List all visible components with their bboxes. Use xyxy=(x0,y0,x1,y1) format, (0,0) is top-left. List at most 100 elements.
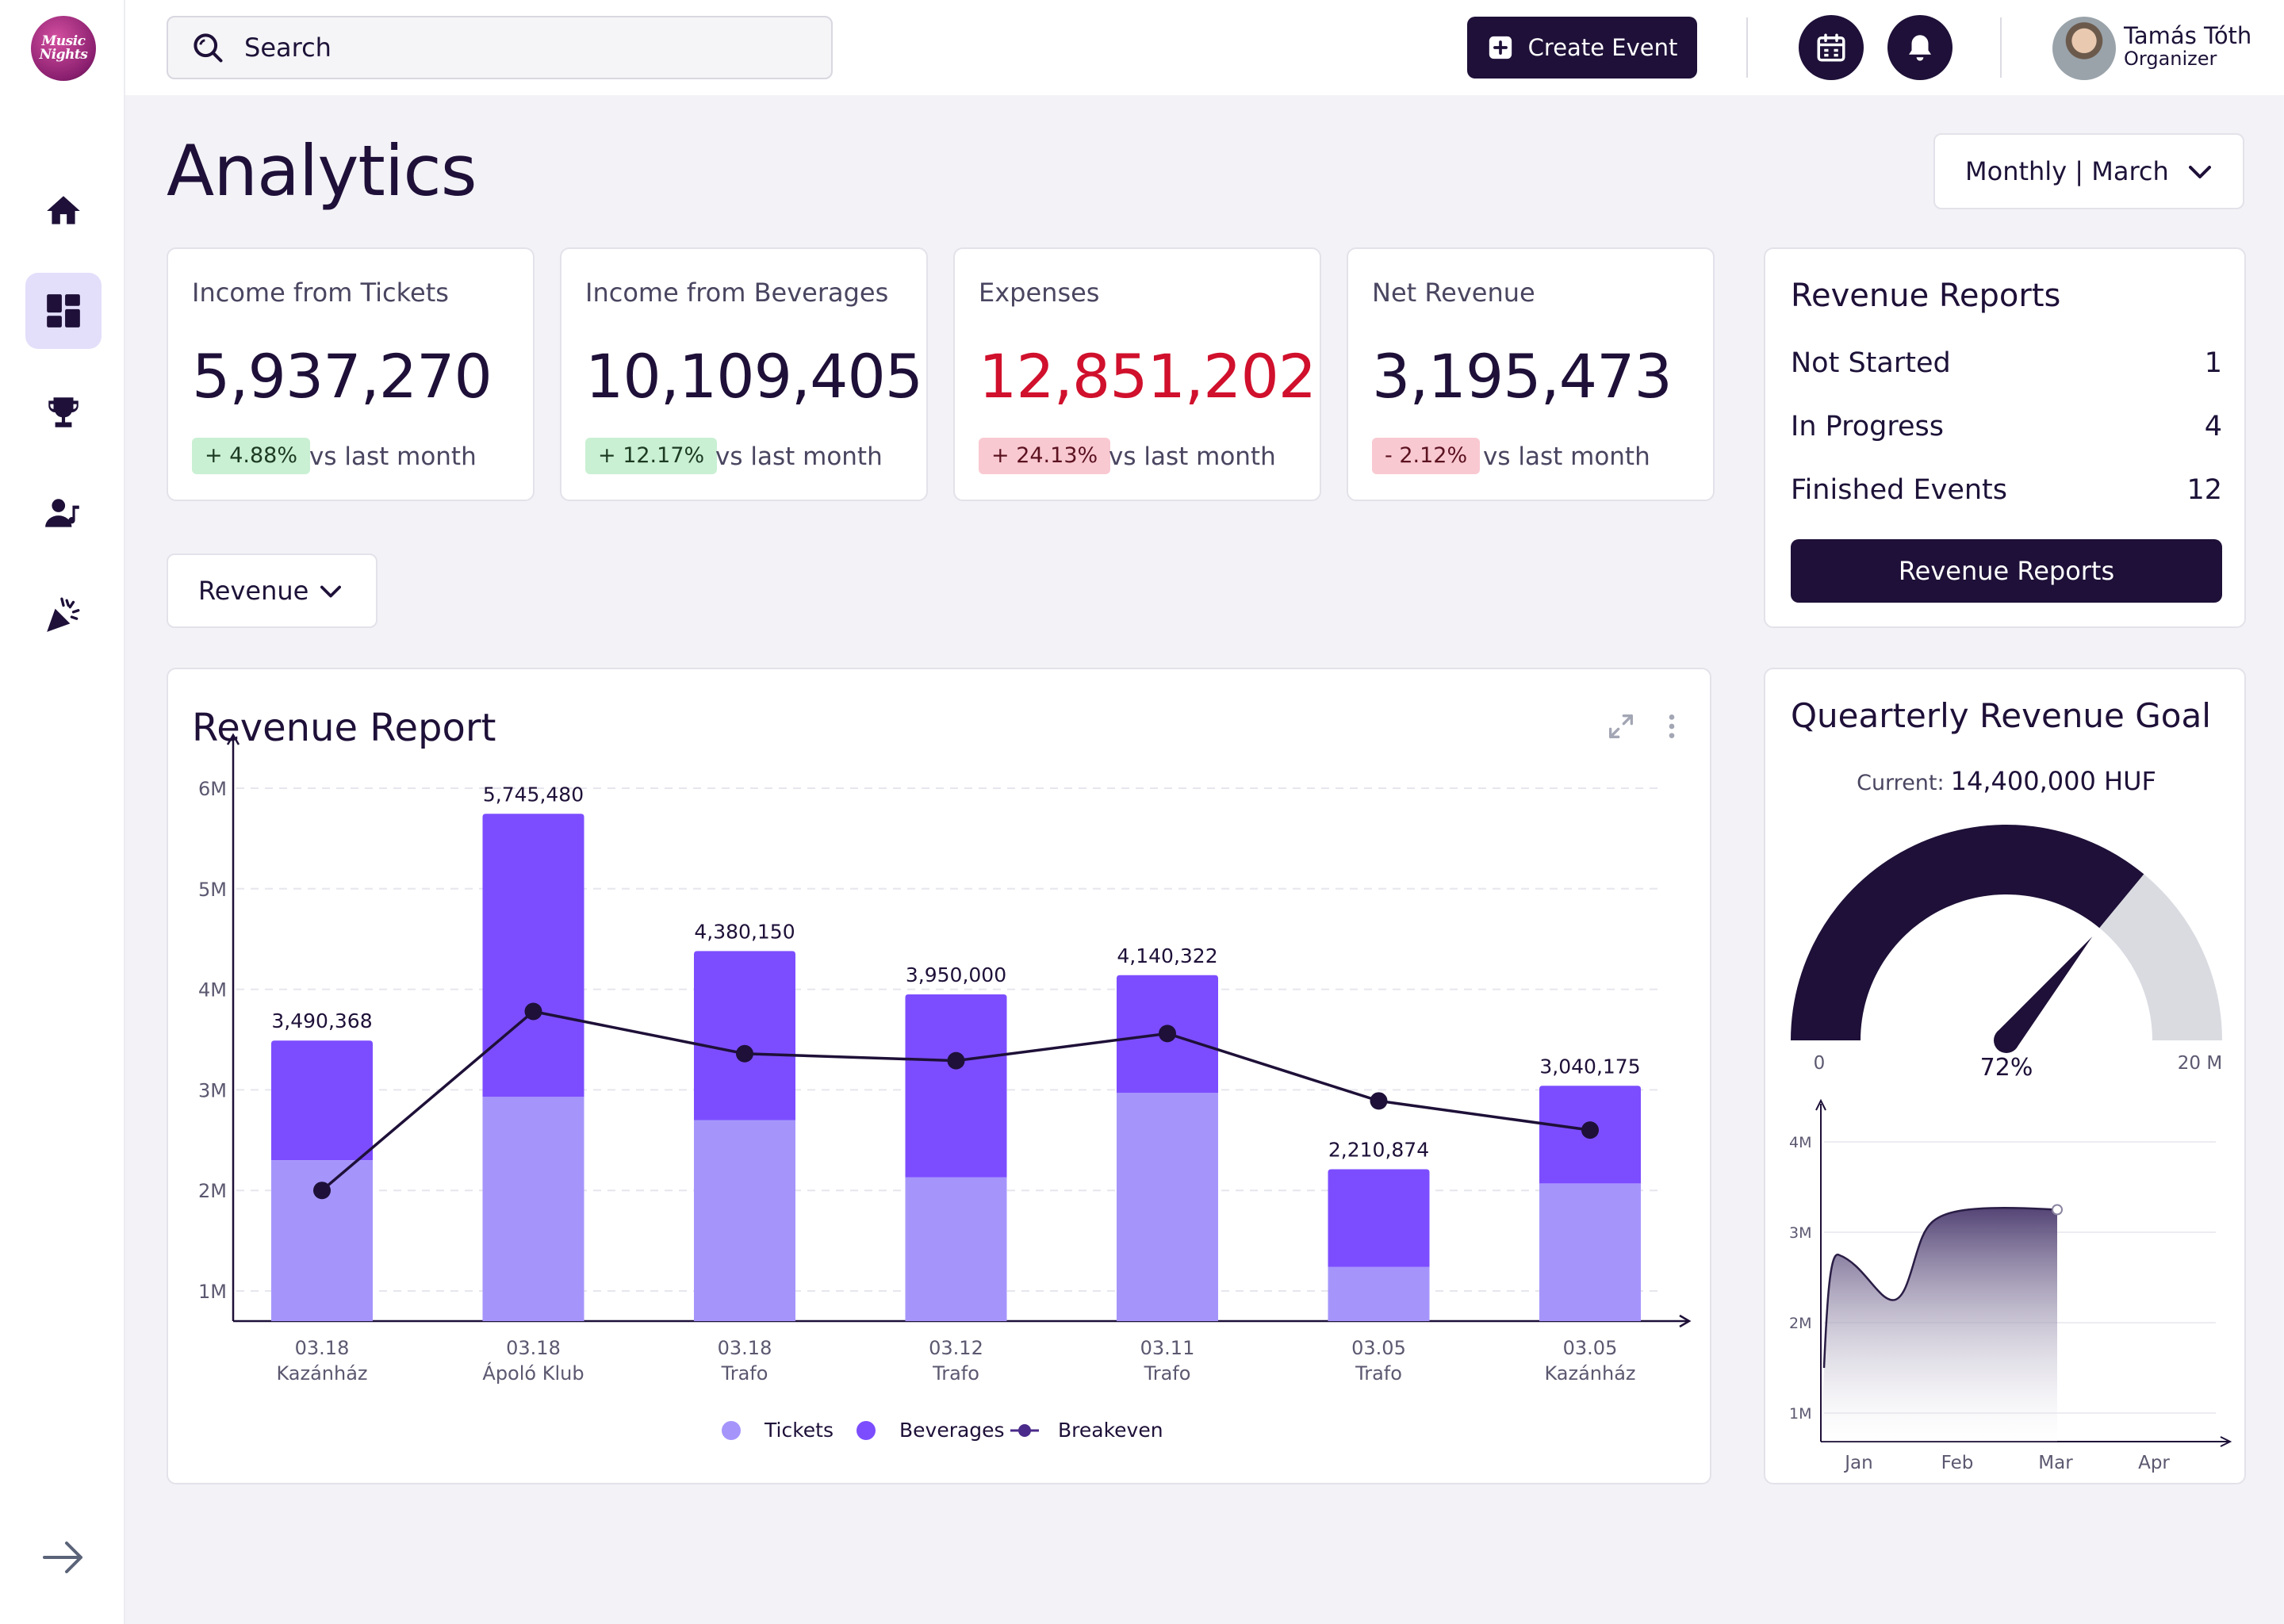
legend-swatch xyxy=(856,1421,876,1440)
x-tick-date: 03.12 xyxy=(929,1337,983,1359)
x-tick-date: 03.18 xyxy=(295,1337,350,1359)
legend-label: Beverages xyxy=(899,1419,1005,1442)
revenue-report-card: 1M 2M 3M 4M 5M 6M 3,490,368 03.18 Kazánház 5,745,… xyxy=(167,668,1711,1484)
data-label: 5,745,480 xyxy=(483,783,584,806)
y-tick-label: 1M xyxy=(198,1281,227,1303)
revenue-reports-button[interactable]: Revenue Reports xyxy=(1791,539,2222,603)
bar-beverages xyxy=(1328,1169,1430,1267)
legend-swatch xyxy=(722,1421,741,1440)
data-label: 3,490,368 xyxy=(271,1009,372,1032)
x-tick-label: Jan xyxy=(1843,1453,1872,1473)
kpi-value: 3,195,473 xyxy=(1372,341,1673,412)
chart-actions xyxy=(1605,710,1678,742)
breakeven-point xyxy=(736,1044,753,1063)
goal-title: Quearterly Revenue Goal xyxy=(1791,696,2211,735)
kpi-comparison: vs last month xyxy=(1109,442,1276,471)
kpi-change-badge: + 12.17% xyxy=(585,438,718,474)
calendar-icon xyxy=(1817,33,1845,62)
breakeven-point xyxy=(1159,1025,1176,1043)
goal-current: Current: 14,400,000 HUF xyxy=(1765,766,2248,796)
x-tick-venue: Kazánház xyxy=(1544,1362,1635,1385)
kpi-comparison: vs last month xyxy=(309,442,477,471)
home-icon xyxy=(47,196,80,224)
x-tick-venue: Ápoló Klub xyxy=(482,1362,584,1385)
x-tick-date: 03.18 xyxy=(506,1337,561,1359)
kpi-card-beverages: Income from Beverages 10,109,405 + 12.17… xyxy=(560,247,928,501)
breakeven-point xyxy=(524,1002,542,1021)
x-tick-date: 03.05 xyxy=(1563,1337,1618,1359)
y-tick-label: 6M xyxy=(198,778,227,800)
kpi-change-badge: + 4.88% xyxy=(192,438,310,474)
calendar-button[interactable] xyxy=(1799,15,1864,80)
breakeven-point xyxy=(1581,1121,1599,1139)
create-event-label: Create Event xyxy=(1527,34,1678,61)
sidebar-item-home[interactable] xyxy=(25,173,102,249)
x-tick-label: Feb xyxy=(1941,1453,1974,1473)
kpi-value: 5,937,270 xyxy=(192,341,492,412)
gauge-progress xyxy=(1791,825,2144,1040)
user-avatar[interactable] xyxy=(2052,17,2116,80)
metric-dropdown[interactable]: Revenue xyxy=(167,553,377,628)
trophy-icon xyxy=(48,397,79,427)
y-tick-label: 1M xyxy=(1789,1405,1811,1423)
bar-tickets xyxy=(1539,1183,1641,1321)
bar-tickets xyxy=(1117,1093,1218,1321)
bar-beverages xyxy=(694,951,795,1120)
expand-icon[interactable] xyxy=(1605,710,1637,742)
data-label: 4,380,150 xyxy=(694,920,795,943)
kpi-change-badge: - 2.12% xyxy=(1372,438,1481,474)
y-tick-label: 5M xyxy=(198,879,227,901)
bar-beverages xyxy=(482,814,584,1097)
chevron-down-icon xyxy=(320,585,341,598)
plus-square-icon xyxy=(1489,36,1512,59)
x-tick-venue: Trafo xyxy=(932,1362,979,1385)
sidebar-item-events[interactable] xyxy=(25,577,102,653)
legend-label: Tickets xyxy=(764,1419,834,1442)
y-tick-label: 4M xyxy=(198,979,227,1002)
report-count: 1 xyxy=(2204,347,2222,379)
search-input[interactable] xyxy=(244,33,799,63)
data-label: 3,950,000 xyxy=(906,963,1006,986)
kpi-comparison: vs last month xyxy=(1483,442,1650,471)
revenue-reports-card: Revenue Reports Not Started 1 In Progres… xyxy=(1764,247,2246,628)
create-event-button[interactable]: Create Event xyxy=(1467,17,1697,79)
quarterly-goal-card: 0 20 M 72% 1M 2M 3M 4M Jan Feb Mar Apr Quearterly … xyxy=(1764,668,2246,1484)
report-label: In Progress xyxy=(1791,411,1944,442)
notifications-button[interactable] xyxy=(1887,15,1953,80)
kpi-label: Net Revenue xyxy=(1372,278,1535,308)
sidebar-item-dashboard[interactable] xyxy=(25,273,102,349)
kpi-value: 10,109,405 xyxy=(585,341,923,412)
y-tick-label: 3M xyxy=(198,1079,227,1101)
header-divider xyxy=(1746,17,1748,78)
gauge-min-label: 0 xyxy=(1814,1053,1826,1074)
x-tick-venue: Trafo xyxy=(721,1362,768,1385)
report-count: 4 xyxy=(2204,411,2222,442)
gauge-percent: 72% xyxy=(1980,1054,2033,1082)
bar-tickets xyxy=(1328,1266,1430,1321)
area-fill xyxy=(1822,1208,2057,1442)
report-count: 12 xyxy=(2186,474,2222,506)
report-label: Finished Events xyxy=(1791,474,2008,506)
search-box[interactable] xyxy=(167,16,833,79)
area-end-point xyxy=(2052,1204,2063,1216)
more-options-icon[interactable] xyxy=(1665,710,1678,742)
brand-logo[interactable]: Music Nights xyxy=(31,16,96,81)
x-tick-date: 03.05 xyxy=(1351,1337,1406,1359)
y-tick-label: 2M xyxy=(198,1180,227,1202)
arrow-right-icon[interactable] xyxy=(41,1538,86,1576)
bar-beverages xyxy=(271,1040,373,1161)
metric-value: Revenue xyxy=(198,576,309,606)
data-label: 3,040,175 xyxy=(1539,1055,1640,1078)
sidebar-item-awards[interactable] xyxy=(25,374,102,450)
bar-beverages xyxy=(905,994,1007,1178)
period-dropdown[interactable]: Monthly | March xyxy=(1933,133,2244,209)
gauge-needle-hub xyxy=(1994,1028,2019,1053)
artist-icon xyxy=(45,499,79,527)
sidebar-item-artists[interactable] xyxy=(25,476,102,552)
x-tick-venue: Trafo xyxy=(1355,1362,1402,1385)
chevron-down-icon xyxy=(2189,166,2211,178)
breakeven-point xyxy=(1370,1092,1388,1110)
period-value: Monthly | March xyxy=(1965,156,2169,186)
kpi-value: 12,851,202 xyxy=(979,341,1316,412)
x-tick-label: Apr xyxy=(2138,1453,2170,1473)
